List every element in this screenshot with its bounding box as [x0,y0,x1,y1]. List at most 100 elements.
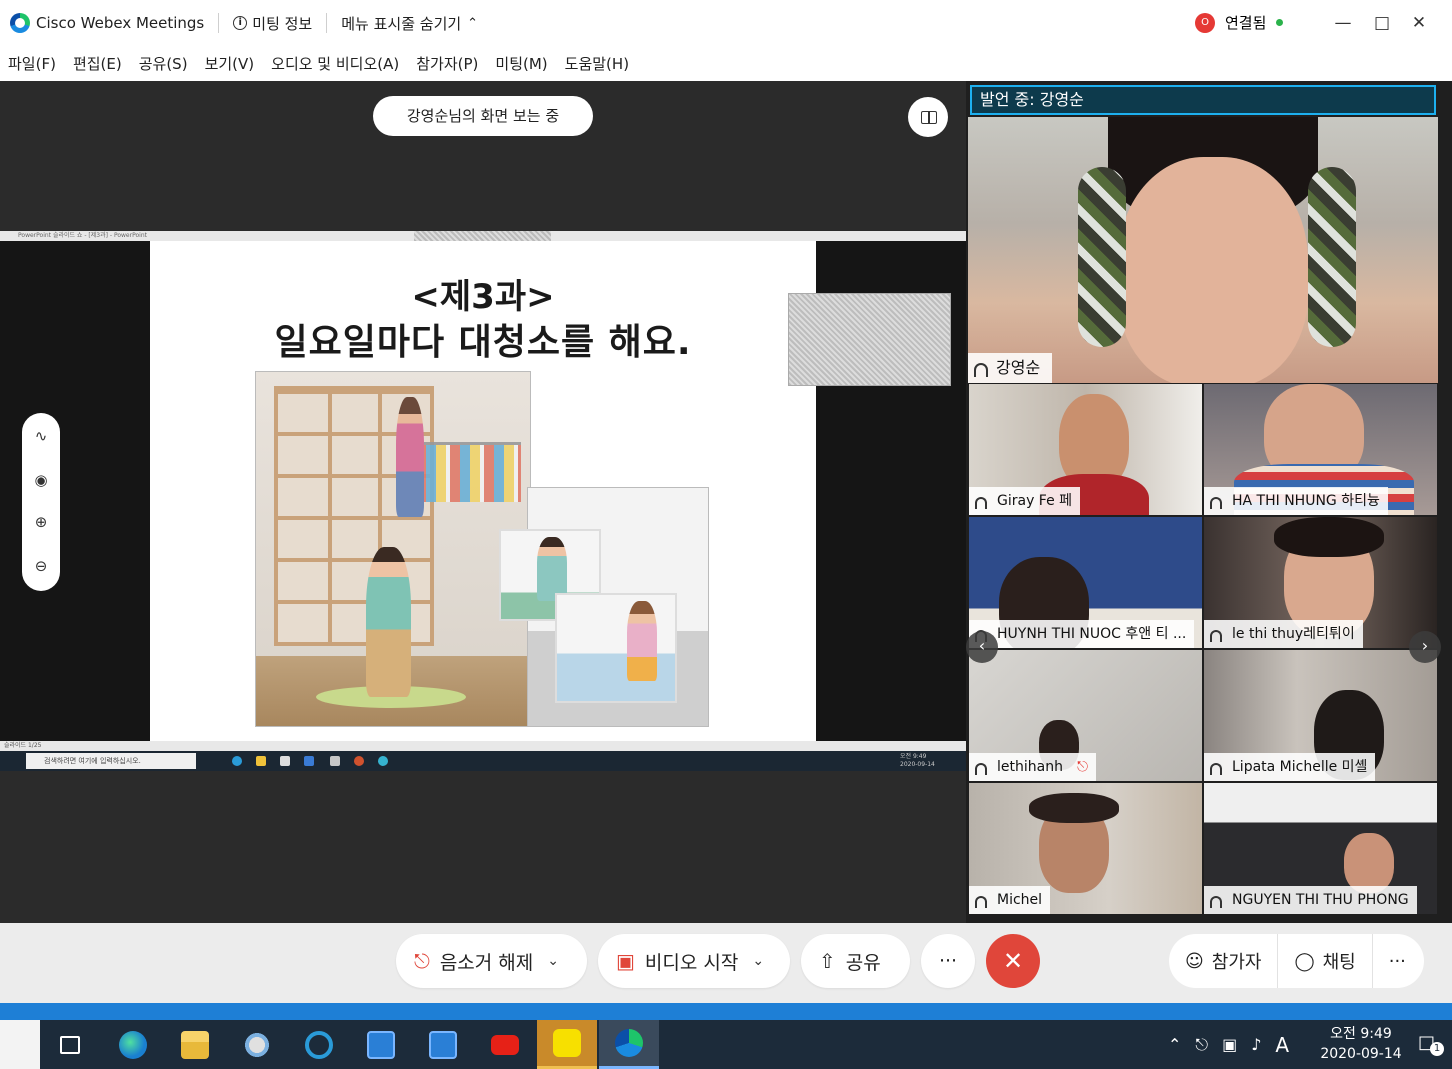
kakaotalk-icon[interactable] [537,1020,597,1069]
meeting-info-label: 미팅 정보 [252,14,313,33]
ppt-window-title: PowerPoint 슬라이드 쇼 - [제3과] - PowerPoint [18,232,147,239]
chevron-down-icon[interactable]: ⌄ [547,953,559,969]
edge-taskbar-icon[interactable] [103,1020,163,1069]
participant-tile[interactable]: le thi thuy레티튀이 [1204,517,1437,648]
annotation-toolbar: ∿ ◉ ⊕ ⊖ [22,413,60,591]
chat-label: 채팅 [1322,952,1356,973]
start-video-button[interactable]: ▣ 비디오 시작 ⌄ [598,934,790,988]
webex-small-icon [378,756,388,766]
shared-powerpoint: PowerPoint 슬라이드 쇼 - [제3과] - PowerPoint <… [0,231,966,771]
menu-share[interactable]: 공유(S) [139,53,188,74]
recording-icon: O [1195,12,1215,33]
meeting-info-button[interactable]: i 미팅 정보 [233,13,312,34]
headset-icon [1210,763,1222,775]
video-off-icon: ▣ [616,949,635,973]
microphone-icon[interactable]: ⎋ [1195,1035,1208,1055]
start-video-label: 비디오 시작 [644,951,739,974]
video-panel: 발언 중: 강영순 강영순 Giray Fe 페 HA THI NHUNG 하티… [966,81,1452,923]
end-meeting-button[interactable]: ✕ [986,934,1040,988]
chevron-down-icon[interactable]: ⌄ [752,953,764,969]
chat-button[interactable]: ◯ 채팅 [1278,934,1373,988]
panel-buttons: ☺ 참가자 ◯ 채팅 ··· [1169,934,1424,988]
close-icon[interactable]: ✕ [1404,8,1434,38]
maximize-icon[interactable]: □ [1367,8,1397,38]
store-icon [280,756,290,766]
youtube-icon[interactable] [475,1020,535,1069]
menu-file[interactable]: 파일(F) [8,53,56,74]
participants-button[interactable]: ☺ 참가자 [1169,934,1279,988]
task-view-icon[interactable] [40,1020,100,1069]
participant-tile[interactable]: HA THI NHUNG 하티늉 [1204,384,1437,515]
chat-icon: ◯ [1294,950,1315,972]
participant-name: HA THI NHUNG 하티늉 [1232,493,1380,509]
window-app-icon-2[interactable] [413,1020,473,1069]
participant-tile[interactable]: lethihanh ⎋ [969,650,1202,781]
minimize-icon[interactable]: — [1328,8,1358,38]
meeting-controls: ⎋ 음소거 해제 ⌄ ▣ 비디오 시작 ⌄ ⇧ 공유 ··· ✕ ☺ 참가자 ◯… [0,923,1452,1003]
participants-label: 참가자 [1211,952,1262,973]
info-icon: i [233,16,248,30]
chevron-right-icon[interactable]: › [1409,631,1441,663]
shared-search-box: 검색하려면 여기에 입력하십시오. [26,753,196,769]
network-icon[interactable]: ▣ [1222,1035,1237,1054]
share-label: 공유 [845,951,881,974]
webex-taskbar-icon[interactable] [599,1020,659,1069]
pen-icon[interactable]: ∿ [22,427,60,445]
paint-taskbar-icon[interactable] [227,1020,287,1069]
cleaning-illustration [255,371,709,727]
layout-toggle-icon[interactable] [908,97,948,137]
shared-screen-area: 강영순님의 화면 보는 중 PowerPoint 슬라이드 쇼 - [제3과] … [0,81,966,923]
windows-taskbar: ⌃ ⎋ ▣ ♪ A 오전 9:49 2020-09-14 □ 1 [0,1020,1452,1069]
chevron-up-icon[interactable]: ⌃ [1168,1035,1181,1054]
connected-dot-icon [1276,19,1284,26]
participant-tile[interactable]: NGUYEN THI THU PHONG [1204,783,1437,914]
ime-indicator[interactable]: A [1275,1033,1289,1057]
unmute-button[interactable]: ⎋ 음소거 해제 ⌄ [396,934,587,988]
more-right-button[interactable]: ··· [1373,934,1422,988]
notification-count: 1 [1430,1042,1444,1056]
slide-counter: 슬라이드 1/25 [4,742,42,749]
close-icon: ✕ [1002,947,1024,975]
unmute-label: 음소거 해제 [439,951,534,974]
taskbar-clock[interactable]: 오전 9:49 2020-09-14 [1316,1024,1406,1064]
menu-audio-video[interactable]: 오디오 및 비디오(A) [271,53,399,74]
menu-help[interactable]: 도움말(H) [565,53,629,74]
participant-tile[interactable]: Lipata Michelle 미셸 [1204,650,1437,781]
start-area[interactable] [0,1020,40,1069]
clock-time: 오전 9:49 [1330,1026,1392,1042]
menu-meeting[interactable]: 미팅(M) [495,53,547,74]
participant-tile[interactable]: Giray Fe 페 [969,384,1202,515]
menu-participants[interactable]: 참가자(P) [416,53,478,74]
more-options-button[interactable]: ··· [921,934,975,988]
share-button[interactable]: ⇧ 공유 [801,934,910,988]
headset-icon [975,896,987,908]
window-app-icon[interactable] [351,1020,411,1069]
webex-window: Cisco Webex Meetings i 미팅 정보 메뉴 표시줄 숨기기 … [0,0,1452,1069]
participant-tile[interactable]: Michel [969,783,1202,914]
ie-icon[interactable] [289,1020,349,1069]
participant-name: HUYNH THI NUOC 후앤 티 ... [997,626,1187,642]
zoom-out-icon[interactable]: ⊖ [22,557,60,575]
volume-icon[interactable]: ♪ [1251,1035,1261,1054]
powerpoint-icon [354,756,364,766]
zoom-in-icon[interactable]: ⊕ [22,513,60,531]
menu-edit[interactable]: 편집(E) [73,53,122,74]
mail-icon [304,756,314,766]
participant-name: lethihanh [997,759,1063,775]
paint-icon [330,756,340,766]
menu-view[interactable]: 보기(V) [205,53,255,74]
chevron-left-icon[interactable]: ‹ [966,631,998,663]
notification-icon[interactable]: □ 1 [1418,1032,1444,1056]
explorer-icon[interactable] [165,1020,225,1069]
participant-tile[interactable]: HUYNH THI NUOC 후앤 티 ... [969,517,1202,648]
viewing-indicator[interactable]: 강영순님의 화면 보는 중 [373,96,593,136]
headset-icon [975,763,987,775]
headset-icon [1210,896,1222,908]
webex-logo-icon [10,13,30,33]
ppt-status-bar: 슬라이드 1/25 [0,741,966,751]
pointer-icon[interactable]: ◉ [22,471,60,489]
active-speaker-bar: 발언 중: 강영순 [970,85,1436,115]
hide-menu-button[interactable]: 메뉴 표시줄 숨기기 ⌃ [341,13,478,34]
person-icon: ☺ [1185,950,1204,972]
shared-taskbar: 검색하려면 여기에 입력하십시오. 오전 9:49 2020-09-14 [0,751,966,771]
